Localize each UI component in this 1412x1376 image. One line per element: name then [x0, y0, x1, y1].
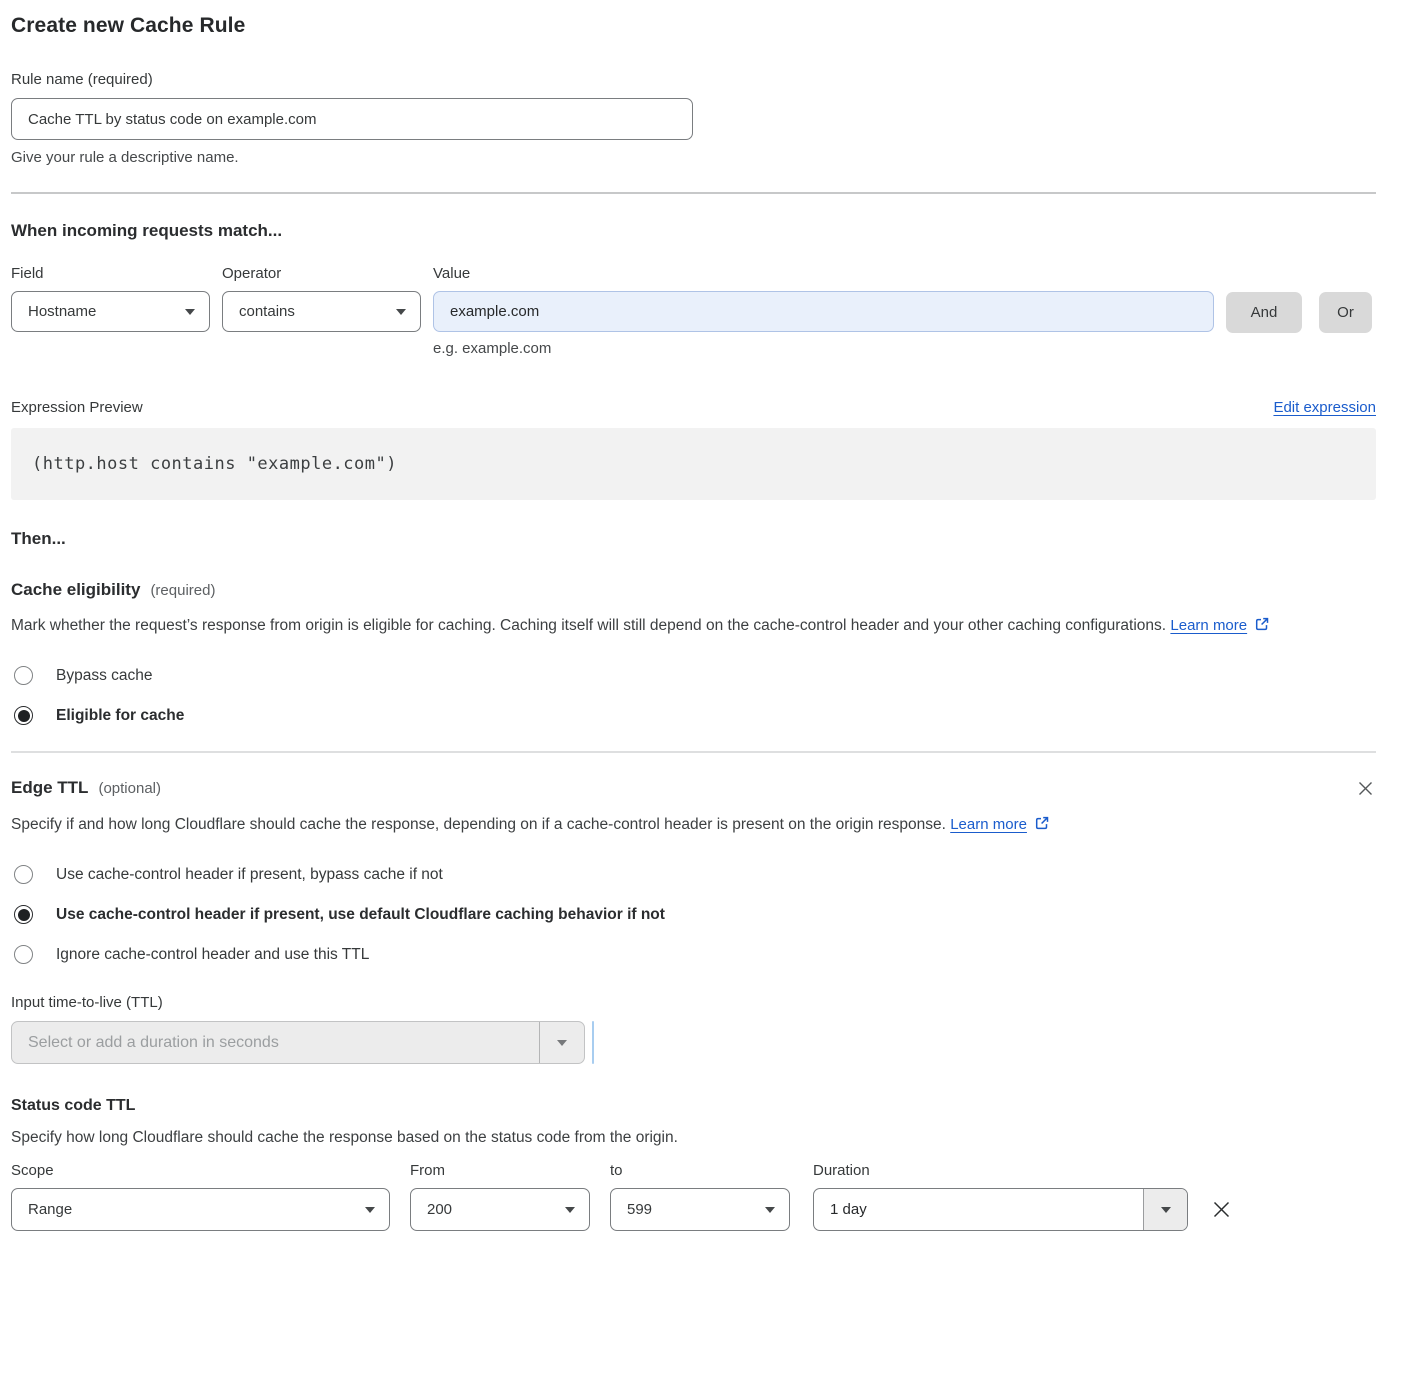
value-label: Value — [433, 265, 1214, 282]
radio-label: Bypass cache — [56, 667, 153, 685]
duration-label: Duration — [813, 1162, 1188, 1179]
radio-label: Ignore cache-control header and use this… — [56, 946, 369, 964]
cache-eligibility-header: Cache eligibility (required) — [11, 580, 1376, 600]
radio-icon — [14, 666, 33, 685]
from-select[interactable]: 200 — [410, 1188, 590, 1231]
edge-ttl-heading: Edge TTL — [11, 778, 88, 798]
radio-icon — [14, 945, 33, 964]
learn-more-link[interactable]: Learn more — [1170, 617, 1247, 634]
remove-row-icon[interactable] — [1211, 1188, 1232, 1231]
radio-use-header-default[interactable]: Use cache-control header if present, use… — [11, 905, 1376, 924]
cache-eligibility-options: Bypass cache Eligible for cache — [11, 666, 1376, 725]
section-divider — [11, 751, 1376, 753]
value-help: e.g. example.com — [433, 340, 1214, 357]
edit-expression-link[interactable]: Edit expression — [1273, 399, 1376, 416]
external-link-icon — [1034, 813, 1050, 841]
field-label: Field — [11, 265, 210, 282]
then-heading: Then... — [11, 529, 1376, 549]
ttl-duration-placeholder: Select or add a duration in seconds — [12, 1022, 539, 1063]
scope-select[interactable]: Range — [11, 1188, 390, 1231]
cache-eligibility-heading: Cache eligibility — [11, 580, 140, 600]
radio-eligible-for-cache[interactable]: Eligible for cache — [11, 706, 1376, 725]
radio-label: Eligible for cache — [56, 707, 184, 725]
edge-ttl-header: Edge TTL (optional) — [11, 778, 1376, 799]
close-icon[interactable] — [1355, 778, 1376, 799]
radio-selected-icon — [14, 905, 33, 924]
duration-combobox[interactable]: 1 day — [813, 1188, 1188, 1231]
ttl-duration-select[interactable]: Select or add a duration in seconds — [11, 1021, 585, 1064]
operator-label: Operator — [222, 265, 421, 282]
rule-name-help: Give your rule a descriptive name. — [11, 149, 1376, 166]
edge-ttl-options: Use cache-control header if present, byp… — [11, 865, 1376, 964]
radio-use-header-bypass[interactable]: Use cache-control header if present, byp… — [11, 865, 1376, 884]
learn-more-link[interactable]: Learn more — [950, 816, 1027, 833]
cache-eligibility-description: Mark whether the request’s response from… — [11, 612, 1356, 642]
expression-code: (http.host contains "example.com") — [32, 454, 397, 474]
chevron-down-icon — [185, 309, 195, 315]
focus-sliver — [592, 1021, 594, 1064]
radio-label: Use cache-control header if present, byp… — [56, 866, 443, 884]
duration-value: 1 day — [814, 1189, 1143, 1230]
radio-ignore-header[interactable]: Ignore cache-control header and use this… — [11, 945, 1376, 964]
duration-dropdown-button[interactable] — [1143, 1189, 1187, 1230]
radio-selected-icon — [14, 706, 33, 725]
optional-tag: (optional) — [98, 780, 161, 797]
external-link-icon — [1254, 614, 1270, 642]
radio-bypass-cache[interactable]: Bypass cache — [11, 666, 1376, 685]
to-label: to — [610, 1162, 790, 1179]
section-divider — [11, 192, 1376, 194]
expression-preview-header: Expression Preview Edit expression — [11, 399, 1376, 416]
radio-label: Use cache-control header if present, use… — [56, 906, 665, 924]
match-section-heading: When incoming requests match... — [11, 221, 1376, 241]
chevron-down-icon — [365, 1207, 375, 1213]
status-code-ttl-description: Specify how long Cloudflare should cache… — [11, 1129, 1376, 1147]
chevron-down-icon — [765, 1207, 775, 1213]
to-select[interactable]: 599 — [610, 1188, 790, 1231]
ttl-select-row: Select or add a duration in seconds — [11, 1021, 1376, 1064]
chevron-down-icon — [396, 309, 406, 315]
cache-eligibility-description-text: Mark whether the request’s response from… — [11, 617, 1166, 634]
match-condition-row: Field Hostname Operator contains Value e… — [11, 265, 1376, 357]
rule-name-label: Rule name (required) — [11, 71, 1376, 88]
radio-icon — [14, 865, 33, 884]
ttl-input-label: Input time-to-live (TTL) — [11, 994, 1376, 1011]
operator-select[interactable]: contains — [222, 291, 421, 332]
from-select-value: 200 — [427, 1201, 565, 1218]
rule-name-input[interactable] — [11, 98, 693, 140]
scope-select-value: Range — [28, 1201, 365, 1218]
status-code-ttl-heading: Status code TTL — [11, 1097, 1376, 1115]
field-select[interactable]: Hostname — [11, 291, 210, 332]
expression-code-block: (http.host contains "example.com") — [11, 428, 1376, 500]
edge-ttl-description-text: Specify if and how long Cloudflare shoul… — [11, 816, 946, 833]
chevron-down-icon — [557, 1040, 567, 1046]
required-tag: (required) — [150, 582, 215, 599]
status-code-ttl-row: Scope Range From 200 to 599 Duration 1 d… — [11, 1162, 1376, 1231]
scope-label: Scope — [11, 1162, 390, 1179]
from-label: From — [410, 1162, 590, 1179]
expression-preview-label: Expression Preview — [11, 399, 143, 416]
operator-select-value: contains — [239, 303, 396, 320]
or-button[interactable]: Or — [1319, 292, 1372, 333]
and-button[interactable]: And — [1226, 292, 1302, 333]
field-select-value: Hostname — [28, 303, 185, 320]
value-input[interactable] — [433, 291, 1214, 332]
chevron-down-icon — [565, 1207, 575, 1213]
page-title: Create new Cache Rule — [11, 14, 1376, 38]
ttl-duration-dropdown-button[interactable] — [539, 1022, 584, 1063]
create-cache-rule-form: Create new Cache Rule Rule name (require… — [0, 0, 1412, 1257]
to-select-value: 599 — [627, 1201, 765, 1218]
edge-ttl-description: Specify if and how long Cloudflare shoul… — [11, 811, 1121, 841]
chevron-down-icon — [1161, 1207, 1171, 1213]
